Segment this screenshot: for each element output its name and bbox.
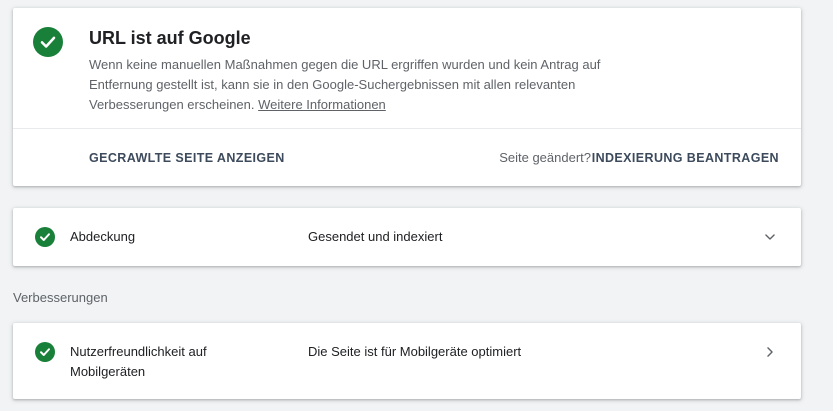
view-crawled-page-button[interactable]: GECRAWLTE SEITE ANZEIGEN — [89, 150, 285, 166]
mobile-usability-row[interactable]: Nutzerfreundlichkeit auf Mobilgeräten Di… — [13, 323, 801, 399]
coverage-row[interactable]: Abdeckung Gesendet und indexiert — [13, 208, 801, 266]
page-changed-label: Seite geändert? — [499, 150, 591, 165]
more-info-link[interactable]: Weitere Informationen — [258, 97, 386, 112]
status-description: Wenn keine manuellen Maßnahmen gegen die… — [89, 55, 609, 115]
check-circle-icon — [35, 342, 55, 362]
chevron-right-icon[interactable] — [761, 343, 779, 361]
coverage-label: Abdeckung — [70, 229, 136, 244]
check-circle-icon — [33, 27, 63, 57]
status-title: URL ist auf Google — [89, 28, 251, 48]
request-indexing-button[interactable]: INDEXIERUNG BEANTRAGEN — [592, 150, 779, 166]
enhancements-section-title: Verbesserungen — [13, 290, 108, 305]
card-divider — [13, 128, 801, 129]
mobile-usability-value: Die Seite ist für Mobilgeräte optimiert — [308, 344, 522, 359]
coverage-value: Gesendet und indexiert — [308, 229, 443, 244]
chevron-down-icon[interactable] — [761, 228, 779, 246]
mobile-usability-label: Nutzerfreundlichkeit auf Mobilgeräten — [70, 344, 207, 379]
url-status-card: URL ist auf Google Wenn keine manuellen … — [13, 8, 801, 186]
check-circle-icon — [35, 227, 55, 247]
